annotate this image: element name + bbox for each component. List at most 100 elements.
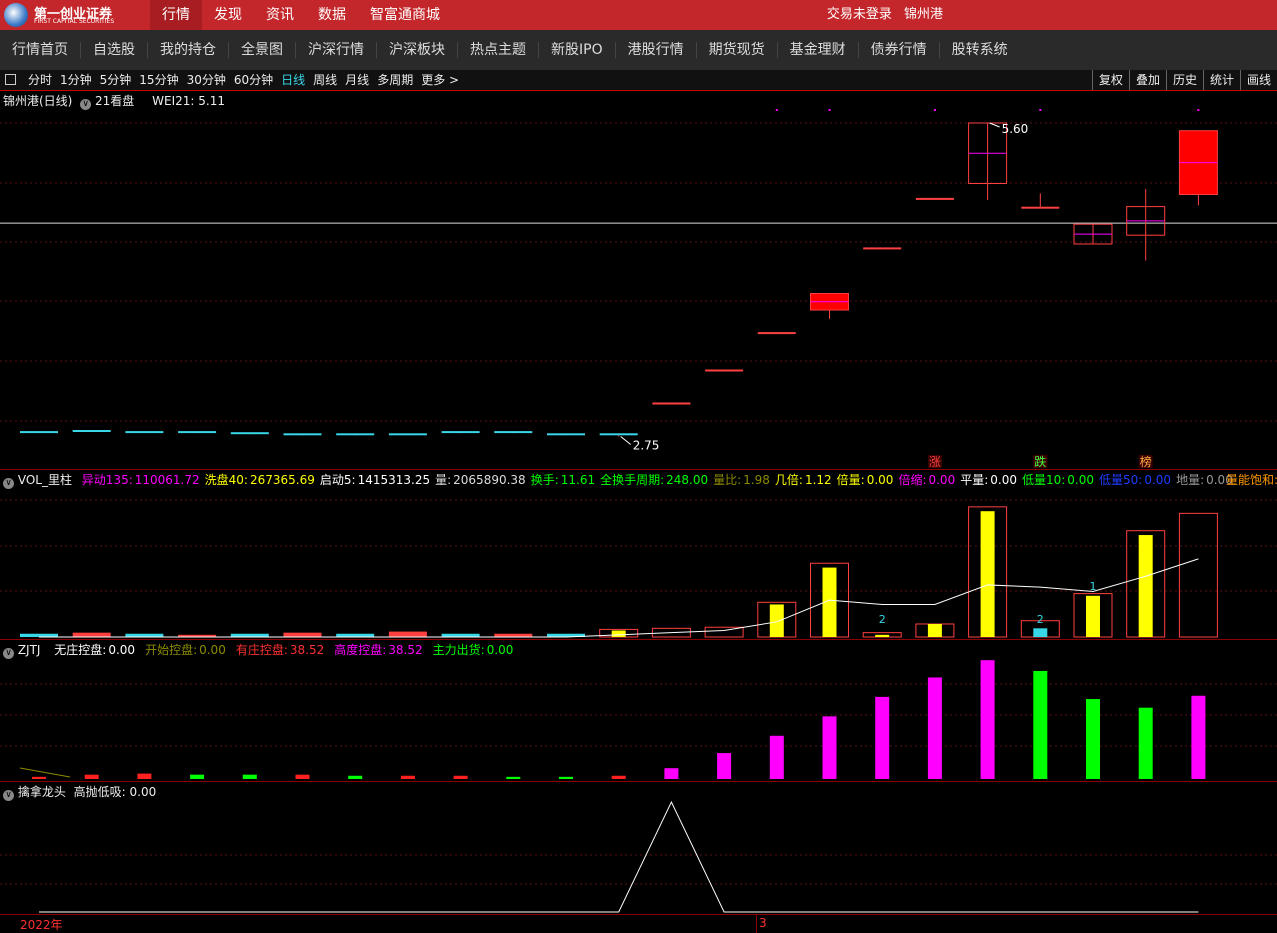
period-tab[interactable]: 更多 >: [421, 70, 459, 90]
zjtj-chart[interactable]: [0, 656, 1277, 781]
chart-tool-button[interactable]: 统计: [1202, 70, 1240, 90]
period-tab[interactable]: 5分钟: [100, 70, 132, 90]
volume-bar[interactable]: [915, 623, 955, 638]
period-tab[interactable]: 30分钟: [187, 70, 226, 90]
period-tab[interactable]: 日线: [281, 70, 305, 90]
candle[interactable]: [1178, 130, 1218, 206]
top-nav-item[interactable]: 智富通商城: [358, 0, 452, 30]
candle[interactable]: [20, 431, 58, 434]
candle[interactable]: [125, 431, 164, 434]
volume-bar[interactable]: [1126, 530, 1166, 638]
candle[interactable]: [441, 431, 480, 434]
candlestick-chart[interactable]: 5.60 2.75 涨 跌 榜: [0, 90, 1277, 470]
chart-tool-button[interactable]: 画线: [1239, 70, 1277, 90]
zjtj-bar[interactable]: [1191, 695, 1206, 779]
zjtj-bar[interactable]: [348, 775, 363, 779]
volume-bar[interactable]: [1073, 593, 1113, 638]
volume-bar[interactable]: [283, 632, 322, 637]
candle[interactable]: [652, 402, 691, 405]
zjtj-bar[interactable]: [611, 775, 626, 779]
period-tab[interactable]: 15分钟: [139, 70, 178, 90]
period-tab[interactable]: 月线: [345, 70, 369, 90]
zjtj-bar[interactable]: [295, 774, 310, 779]
zjtj-bar[interactable]: [190, 774, 205, 779]
subnav-item[interactable]: 股转系统: [940, 42, 1020, 58]
panel-toggle-icon[interactable]: [5, 74, 16, 85]
period-tab[interactable]: 1分钟: [60, 70, 92, 90]
subnav-item[interactable]: 沪深板块: [377, 42, 458, 58]
zjtj-bar[interactable]: [1033, 670, 1048, 779]
zjtj-bar[interactable]: [453, 775, 468, 779]
zjtj-bar[interactable]: [717, 753, 732, 779]
top-bar: 第一创业证券 FIRST CAPITAL SECURITIES 行情 发现 资讯 数据…: [0, 0, 1277, 30]
subnav-item[interactable]: 我的持仓: [148, 42, 229, 58]
login-status-link[interactable]: 交易未登录: [827, 7, 892, 22]
period-tab[interactable]: 周线: [313, 70, 337, 90]
volume-bar[interactable]: [862, 632, 902, 638]
candle[interactable]: [705, 369, 744, 372]
zjtj-bar[interactable]: [84, 774, 99, 779]
period-tab[interactable]: 多周期: [377, 70, 413, 90]
brand-logo[interactable]: 第一创业证券 FIRST CAPITAL SECURITIES: [4, 3, 144, 27]
subnav-item[interactable]: 沪深行情: [296, 42, 377, 58]
zjtj-bar[interactable]: [822, 716, 837, 779]
candle[interactable]: [757, 332, 796, 335]
candle[interactable]: [547, 433, 585, 436]
candle[interactable]: [863, 247, 902, 250]
zjtj-bar[interactable]: [664, 768, 679, 779]
subnav-item[interactable]: 新股IPO: [539, 42, 616, 58]
subnav-item[interactable]: 热点主题: [458, 42, 539, 58]
candle[interactable]: [915, 197, 954, 200]
candle[interactable]: [336, 433, 375, 436]
zjtj-bar[interactable]: [769, 735, 784, 779]
zjtj-bar[interactable]: [506, 776, 521, 779]
candle[interactable]: [810, 293, 849, 319]
vol-stat-value: 0.00: [866, 473, 894, 487]
top-nav-item[interactable]: 资讯: [254, 0, 306, 30]
top-nav-item[interactable]: 行情: [150, 0, 202, 30]
zjtj-bar[interactable]: [400, 775, 415, 779]
subnav-item[interactable]: 行情首页: [0, 42, 81, 58]
zjtj-bar[interactable]: [875, 696, 890, 779]
zjtj-bar[interactable]: [1138, 707, 1153, 779]
bottom-indicator-chart[interactable]: [0, 798, 1277, 914]
candle[interactable]: [72, 430, 111, 433]
subnav-item[interactable]: 债券行情: [859, 42, 940, 58]
top-nav-item[interactable]: 数据: [306, 0, 358, 30]
volume-bar[interactable]: [968, 506, 1008, 638]
volume-bar[interactable]: [1178, 512, 1218, 638]
period-tab[interactable]: 60分钟: [234, 70, 273, 90]
candle[interactable]: [283, 433, 322, 436]
subnav-item[interactable]: 自选股: [81, 42, 148, 58]
zjtj-bar[interactable]: [1086, 699, 1100, 779]
candle[interactable]: [388, 433, 427, 436]
candle-body: [230, 432, 269, 435]
subnav-item[interactable]: 期货现货: [697, 42, 778, 58]
candle[interactable]: [494, 431, 533, 434]
subnav-item[interactable]: 基金理财: [778, 42, 859, 58]
zjtj-bar[interactable]: [927, 677, 942, 779]
zjtj-bar[interactable]: [137, 773, 152, 779]
candle[interactable]: [230, 432, 269, 435]
candle[interactable]: [1126, 189, 1166, 261]
chart-tool-button[interactable]: 历史: [1165, 70, 1203, 90]
candle-body: [863, 247, 902, 250]
candle[interactable]: [178, 431, 217, 434]
period-tab[interactable]: 分时: [28, 70, 52, 90]
zjtj-bar[interactable]: [32, 776, 46, 779]
subnav-item[interactable]: 港股行情: [616, 42, 697, 58]
volume-bar[interactable]: [757, 601, 797, 638]
volume-bar[interactable]: [388, 631, 427, 637]
zjtj-bar[interactable]: [559, 776, 573, 779]
subnav-item[interactable]: 全景图: [229, 42, 296, 58]
chart-tool-button[interactable]: 复权: [1091, 70, 1129, 90]
zjtj-bar[interactable]: [242, 774, 257, 779]
candle[interactable]: [599, 433, 638, 437]
candle[interactable]: [1021, 193, 1060, 209]
volume-chart[interactable]: 2 2 1: [0, 486, 1277, 639]
top-nav-item[interactable]: 发现: [202, 0, 254, 30]
zjtj-bar[interactable]: [980, 660, 995, 779]
chart-tool-button[interactable]: 叠加: [1128, 70, 1166, 90]
candle[interactable]: [1073, 223, 1113, 245]
volume-bar[interactable]: [72, 632, 111, 637]
